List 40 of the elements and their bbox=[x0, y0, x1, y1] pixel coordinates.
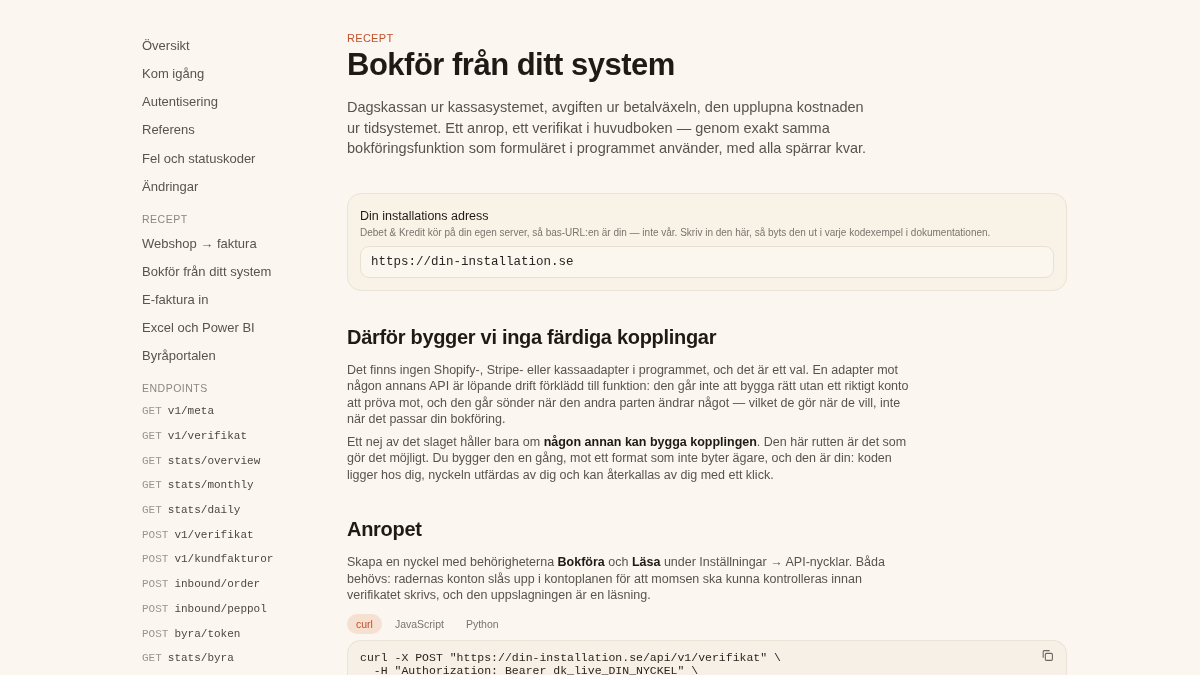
section-heading: Därför bygger vi inga färdiga kopplingar bbox=[347, 324, 718, 349]
endpoint-link[interactable]: GET stats/monthly bbox=[142, 477, 347, 503]
nav-section-heading: RECEPT bbox=[142, 211, 189, 227]
nav-link[interactable]: Webshop → faktura bbox=[142, 233, 347, 262]
endpoint-link[interactable]: GET v1/verifikat bbox=[142, 427, 347, 453]
code-tab[interactable]: JavaScript bbox=[385, 613, 453, 634]
body-paragraph: Det finns ingen Shopify-, Stripe- eller kassaadapter i programmet, och det är ett val. En adapter mot någon annans API är löpande drift förklädd till funktion: den går inte att bygga rätt utan ett riktigt konto att pröva mot, och den går sönder när den andra parten ändrar något — vilket de gör när de vill, inte när det passar din bokföring. bbox=[347, 361, 910, 428]
lead-paragraph: Dagskassan ur kassasystemet, avgiften ur betalväxeln, den upplupna kostnaden ur tidsystemet. Ett anrop, ett verifikat i huvudboken — genom exakt samma bokföringsfunktion som formuläret i programmet använder, med alla spärrar kvar. bbox=[347, 98, 867, 158]
section-heading: Anropet bbox=[347, 517, 423, 541]
code-tab[interactable]: curl bbox=[347, 613, 382, 634]
card-title: Din installations adress bbox=[360, 208, 490, 223]
code-line: curl -X POST "https://din-installation.se/api/v1/verifikat" \ bbox=[360, 650, 781, 664]
endpoint-link[interactable]: GET stats/daily bbox=[142, 502, 347, 527]
card-hint: Debet & Kredit kör på din egen server, så bas-URL:en är din — inte vår. Skriv in den här, så byts den ut i varje kodexempel i dokumentationen. bbox=[360, 226, 992, 238]
endpoint-link[interactable]: POST v1/verifikat bbox=[142, 526, 347, 552]
url-field[interactable]: https://din-installation.se bbox=[360, 245, 1054, 278]
code-line: -H "Authorization: Bearer dk_live_DIN_NYCKEL" \ bbox=[372, 663, 699, 675]
body-paragraph: Ett nej av det slaget håller bara om någon annan kan bygga kopplingen. Den här rutten är det som gör det möjligt. Du bygger den en gång, mot ett format som inte byter ägare, och den är din: koden ligger hos dig, nyckeln utfärdas av dig och kan återkallas av dig med ett klick. bbox=[347, 433, 908, 483]
nav-section-heading: ENDPOINTS bbox=[142, 381, 209, 397]
nav-link[interactable]: Kom igång bbox=[142, 64, 347, 93]
body-paragraph: Skapa en nyckel med behörigheterna Bokföra och Läsa under Inställningar → API-nycklar. Båda behövs: radernas konton slås upp i kontoplanen för att momsen ska kunna kontrolleras innan verifikatet skrivs, och den uppslagningen är en läsning. bbox=[347, 554, 886, 604]
page-title: Bokför från ditt system bbox=[347, 47, 676, 83]
nav-link[interactable]: Byråportalen bbox=[142, 346, 347, 375]
endpoint-link[interactable]: POST inbound/order bbox=[142, 576, 347, 601]
endpoint-link[interactable]: POST inbound/peppol bbox=[142, 600, 347, 626]
endpoint-link[interactable]: POST byra/token bbox=[142, 625, 347, 651]
nav-link[interactable]: Bokför från ditt system bbox=[142, 261, 347, 290]
eyebrow-label: RECEPT bbox=[347, 32, 395, 44]
nav-link[interactable]: Referens bbox=[142, 120, 347, 149]
nav-link[interactable]: Autentisering bbox=[142, 92, 347, 121]
endpoint-link[interactable]: POST v1/kundfakturor bbox=[142, 551, 347, 577]
nav-link[interactable]: Excel och Power BI bbox=[142, 318, 347, 347]
endpoint-link[interactable]: GET stats/overview bbox=[142, 452, 347, 478]
code-tab[interactable]: Python bbox=[456, 613, 508, 634]
endpoint-link[interactable]: GET v1/meta bbox=[142, 403, 347, 428]
nav-link[interactable]: Översikt bbox=[142, 36, 347, 65]
nav-link[interactable]: E-faktura in bbox=[142, 290, 347, 319]
nav-link[interactable]: Ändringar bbox=[142, 176, 347, 205]
endpoint-link[interactable]: GET stats/byra bbox=[142, 650, 347, 675]
nav-link[interactable]: Fel och statuskoder bbox=[142, 148, 347, 177]
